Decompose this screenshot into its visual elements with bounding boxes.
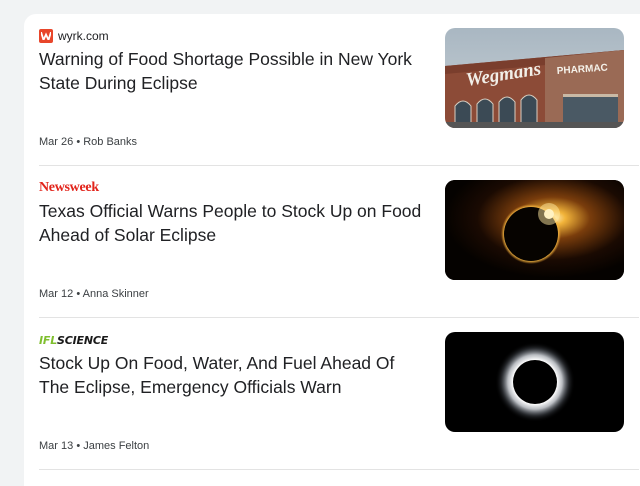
news-article[interactable]: IFLSCIENCE Stock Up On Food, Water, And … bbox=[24, 318, 640, 469]
article-author: James Felton bbox=[83, 440, 150, 452]
article-thumbnail[interactable] bbox=[445, 332, 624, 432]
article-author: Rob Banks bbox=[83, 136, 138, 148]
article-thumbnail[interactable]: Wegmans PHARMAC bbox=[445, 28, 624, 128]
newsweek-logo: Newsweek bbox=[39, 180, 99, 195]
article-date: Mar 13 bbox=[39, 440, 74, 452]
wegmans-store-image: Wegmans PHARMAC bbox=[445, 28, 624, 128]
ifl-logo-prefix: IFL bbox=[39, 333, 58, 347]
article-source[interactable]: wyrk.com bbox=[39, 28, 109, 44]
article-headline[interactable]: Warning of Food Shortage Possible in New… bbox=[39, 47, 429, 95]
wyrk-logo-icon bbox=[39, 29, 53, 43]
total-eclipse-image bbox=[445, 332, 624, 432]
article-meta: Mar 12 • Anna Skinner bbox=[39, 288, 149, 300]
article-date: Mar 26 bbox=[39, 136, 74, 148]
article-date: Mar 12 bbox=[39, 288, 74, 300]
diamond-ring-eclipse-image bbox=[445, 180, 624, 280]
news-results-card: wyrk.com Warning of Food Shortage Possib… bbox=[24, 14, 640, 486]
article-thumbnail[interactable] bbox=[445, 180, 624, 280]
source-name: wyrk.com bbox=[58, 29, 109, 43]
article-headline[interactable]: Texas Official Warns People to Stock Up … bbox=[39, 199, 429, 247]
article-source[interactable]: Newsweek bbox=[39, 180, 99, 196]
article-author: Anna Skinner bbox=[82, 288, 149, 300]
news-article[interactable]: Newsweek Texas Official Warns People to … bbox=[24, 166, 640, 317]
ifl-logo-suffix: SCIENCE bbox=[57, 333, 109, 347]
article-meta: Mar 26 • Rob Banks bbox=[39, 136, 137, 148]
article-divider bbox=[39, 469, 639, 470]
article-headline[interactable]: Stock Up On Food, Water, And Fuel Ahead … bbox=[39, 351, 429, 399]
article-source[interactable]: IFLSCIENCE bbox=[39, 332, 108, 348]
news-article[interactable]: wyrk.com Warning of Food Shortage Possib… bbox=[24, 14, 640, 165]
iflscience-logo: IFLSCIENCE bbox=[39, 334, 108, 347]
article-meta: Mar 13 • James Felton bbox=[39, 440, 149, 452]
